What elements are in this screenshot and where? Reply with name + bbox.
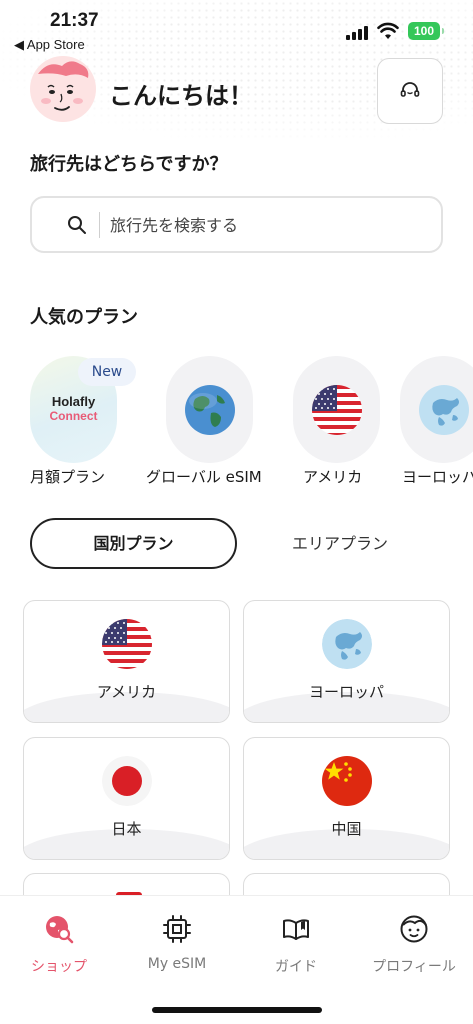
destination-question: 旅行先はどちらですか？ — [30, 154, 228, 175]
battery-indicator: 100 — [408, 22, 444, 40]
china-flag-icon — [322, 756, 372, 806]
new-badge: New — [78, 358, 136, 386]
plan-europe[interactable]: ヨーロッパ — [400, 356, 473, 491]
cellular-signal-icon — [346, 26, 370, 40]
plan-label: 月額プラン — [30, 468, 106, 486]
plan-bubble — [400, 356, 473, 463]
tab-label: ガイド — [275, 959, 317, 975]
back-to-app-store-link[interactable]: ◀ App Store — [14, 37, 85, 53]
status-bar: 21:37 ◀ App Store 100 — [0, 0, 473, 56]
country-card-usa[interactable]: アメリカ — [23, 600, 230, 723]
search-divider — [99, 212, 100, 238]
us-flag-icon — [312, 385, 362, 435]
greeting-title: こんにちは！ — [109, 82, 253, 110]
plan-global-esim[interactable]: グローバル eSIM — [146, 356, 286, 491]
home-indicator — [152, 1007, 322, 1013]
europe-globe-icon — [322, 619, 372, 669]
plan-monthly[interactable]: Holafly Connect New 月額プラン — [30, 356, 140, 491]
search-input[interactable] — [110, 210, 410, 240]
tab-guide[interactable]: ガイド — [237, 896, 355, 986]
tab-my-esim[interactable]: My eSIM — [118, 896, 236, 986]
connect-brand: Connect — [49, 409, 98, 423]
tab-label: プロフィール — [372, 959, 456, 975]
europe-globe-icon — [419, 385, 469, 435]
book-icon — [283, 919, 309, 940]
tab-country-plans[interactable]: 国別プラン — [30, 518, 237, 569]
bottom-tab-bar: ショップ My eSIM ガイド プロフィール — [0, 895, 473, 1024]
support-button[interactable] — [377, 58, 443, 124]
tab-profile[interactable]: プロフィール — [355, 896, 473, 986]
country-card-europe[interactable]: ヨーロッパ — [243, 600, 450, 723]
plan-label: アメリカ — [303, 468, 363, 486]
holafly-brand: Holafly — [51, 394, 96, 409]
country-card-japan[interactable]: 日本 — [23, 737, 230, 860]
chip-icon — [163, 915, 191, 943]
plan-bubble — [293, 356, 380, 463]
tab-shop[interactable]: ショップ — [0, 896, 118, 986]
country-card-china[interactable]: 中国 — [243, 737, 450, 860]
plan-label: グローバル eSIM — [146, 468, 262, 486]
face-icon — [400, 915, 428, 943]
character-face-icon — [38, 61, 89, 111]
plan-bubble — [166, 356, 253, 463]
japan-flag-icon — [102, 756, 152, 806]
tab-label: ショップ — [31, 959, 87, 975]
shop-search-icon — [46, 916, 74, 944]
us-flag-icon — [102, 619, 152, 669]
headset-icon — [400, 82, 420, 97]
popular-plans-carousel[interactable]: Holafly Connect New 月額プラン グローバル eSIM アメリ… — [0, 356, 473, 491]
globe-icon — [185, 385, 235, 435]
tab-area-plans[interactable]: エリアプラン — [250, 518, 430, 569]
wifi-icon — [377, 22, 399, 39]
avatar[interactable] — [30, 56, 96, 122]
plan-usa[interactable]: アメリカ — [293, 356, 393, 491]
country-label: アメリカ — [96, 683, 157, 701]
country-label: ヨーロッパ — [308, 683, 384, 701]
tab-label: My eSIM — [147, 956, 207, 972]
search-icon — [68, 216, 86, 234]
popular-plans-title: 人気のプラン — [30, 307, 138, 328]
status-time: 21:37 — [50, 10, 99, 31]
search-box[interactable] — [30, 196, 443, 253]
plan-label: ヨーロッパ — [402, 468, 473, 486]
country-label: 日本 — [111, 820, 142, 838]
country-label: 中国 — [331, 820, 362, 838]
